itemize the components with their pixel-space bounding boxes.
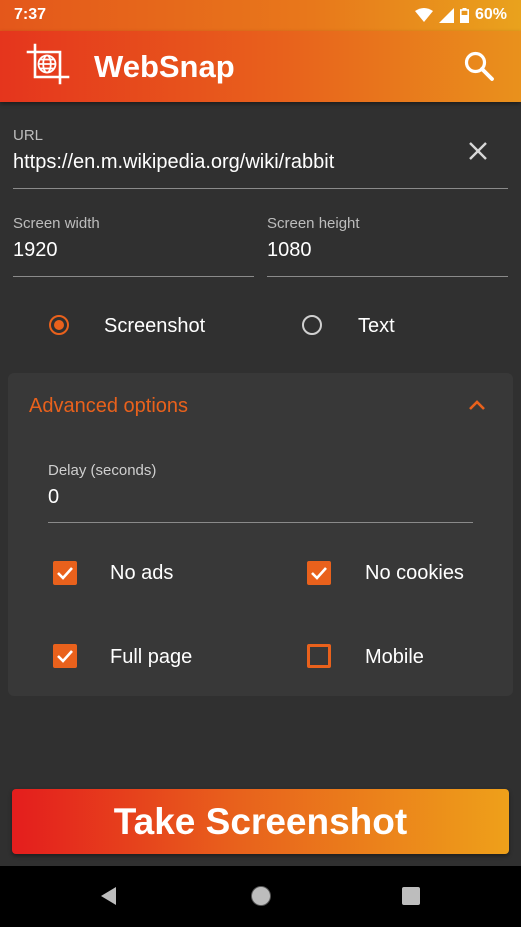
take-screenshot-button[interactable]: Take Screenshot <box>12 789 509 854</box>
mobile-label[interactable]: Mobile <box>365 646 424 669</box>
screenshot-radio-label[interactable]: Screenshot <box>104 315 205 338</box>
delay-underline <box>48 522 473 523</box>
url-underline <box>13 188 508 189</box>
screen-height-label: Screen height <box>267 215 360 232</box>
advanced-options-header[interactable]: Advanced options <box>29 395 188 418</box>
no-cookies-checkbox[interactable] <box>307 561 331 585</box>
checkmark-icon <box>311 567 327 580</box>
back-icon[interactable] <box>98 885 120 907</box>
status-time: 7:37 <box>14 6 47 23</box>
full-page-label[interactable]: Full page <box>110 646 192 669</box>
app-bar: WebSnap <box>0 31 521 102</box>
recents-icon[interactable] <box>401 886 421 906</box>
webpage-capture-icon <box>26 43 70 85</box>
status-icons: 60% <box>414 6 507 24</box>
screen-width-input[interactable]: 1920 <box>13 239 58 262</box>
screenshot-radio[interactable] <box>49 315 69 335</box>
search-icon[interactable] <box>463 50 495 82</box>
battery-percent: 60% <box>474 6 507 23</box>
checkmark-icon <box>57 650 73 663</box>
delay-label: Delay (seconds) <box>48 462 157 479</box>
screen-height-input[interactable]: 1080 <box>267 239 312 262</box>
screen-height-underline <box>267 276 508 277</box>
checkmark-icon <box>57 567 73 580</box>
system-navigation-bar <box>0 866 521 927</box>
status-bar: 7:37 60% <box>0 0 521 31</box>
no-cookies-label[interactable]: No cookies <box>365 562 464 585</box>
chevron-up-icon[interactable] <box>466 396 488 414</box>
advanced-options-card <box>8 373 513 696</box>
no-ads-checkbox[interactable] <box>53 561 77 585</box>
url-input[interactable]: https://en.m.wikipedia.org/wiki/rabbit <box>13 151 334 174</box>
text-radio[interactable] <box>302 315 322 335</box>
battery-icon <box>459 7 469 23</box>
url-label: URL <box>13 127 44 144</box>
mobile-checkbox[interactable] <box>307 644 331 668</box>
app-title: WebSnap <box>94 49 235 84</box>
screen-width-label: Screen width <box>13 215 100 232</box>
screen-width-underline <box>13 276 254 277</box>
signal-icon <box>438 7 454 23</box>
full-page-checkbox[interactable] <box>53 644 77 668</box>
no-ads-label[interactable]: No ads <box>110 562 173 585</box>
home-icon[interactable] <box>249 884 273 908</box>
wifi-icon <box>414 7 433 22</box>
delay-input[interactable]: 0 <box>48 486 59 509</box>
clear-icon[interactable] <box>465 138 491 164</box>
text-radio-label[interactable]: Text <box>358 315 395 338</box>
take-screenshot-label: Take Screenshot <box>113 800 408 842</box>
